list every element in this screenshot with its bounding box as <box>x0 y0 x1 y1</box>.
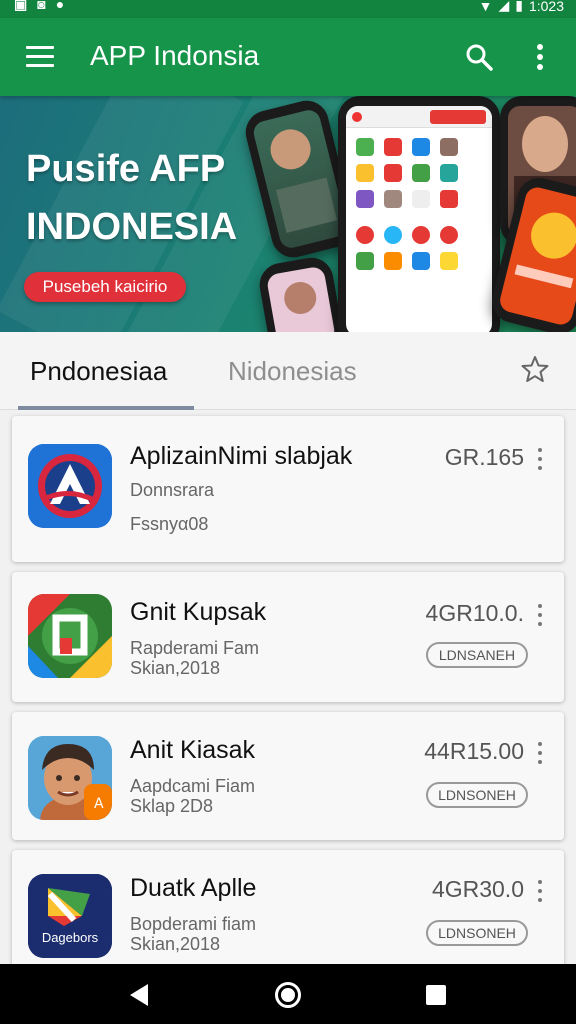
app-bar: APP Indonsia <box>0 18 576 96</box>
banner-title-line2: INDONESIA <box>26 206 238 248</box>
install-badge[interactable]: LDNSONEH <box>426 782 528 808</box>
app-title: APP Indonsia <box>90 40 260 71</box>
menu-icon[interactable] <box>26 44 56 68</box>
tab-nidonesias[interactable]: Nidonesias <box>228 356 357 387</box>
app-price: GR.165 <box>444 444 524 470</box>
tab-pndonesiaa[interactable]: Pndonesiaa <box>30 356 167 387</box>
promo-banner[interactable]: Pusife AFP INDONESIA Pusebeh kaicirio <box>0 96 576 332</box>
wifi-icon: ▼ <box>478 0 493 14</box>
phone-mockup-bottom-left <box>256 254 346 332</box>
avatar-icon: A <box>28 736 112 820</box>
frame-logo-icon <box>28 594 112 678</box>
app-name: AplizainNimi slabjak <box>130 442 353 470</box>
tab-bar: Pndonesiaa Nidonesias <box>0 332 576 410</box>
notification-icon: ◙ <box>37 0 46 12</box>
app-name: Anit Kiasak <box>130 736 256 764</box>
item-overflow-icon[interactable] <box>536 448 544 472</box>
phone-mockup-center <box>338 96 500 332</box>
item-overflow-icon[interactable] <box>536 880 544 904</box>
banner-button[interactable]: Pusebeh kaicirio <box>24 272 186 302</box>
banner-title-line1: Pusife AFP <box>26 148 226 190</box>
app-publisher: Aapdcami Fiam <box>130 776 256 796</box>
app-price: 4GR30.0 <box>431 876 524 902</box>
item-overflow-icon[interactable] <box>536 604 544 628</box>
item-overflow-icon[interactable] <box>536 742 544 766</box>
app-icon-label: Dagebors <box>41 930 99 945</box>
star-icon[interactable] <box>520 354 550 384</box>
a-letter-icon <box>28 444 112 528</box>
svg-text:A: A <box>94 796 104 812</box>
dot-icon: ● <box>55 0 65 12</box>
system-nav-bar <box>0 964 576 1024</box>
app-date: Skian,2018 <box>130 934 221 954</box>
back-icon[interactable] <box>130 984 148 1006</box>
app-name: Duatk Aplle <box>130 874 257 902</box>
app-list-item[interactable]: AplizainNimi slabjak Donnsrara Fssnyα08 … <box>12 416 564 562</box>
app-date: Skian,2018 <box>130 658 221 678</box>
overflow-menu-icon[interactable] <box>530 42 550 72</box>
search-icon[interactable] <box>464 42 494 72</box>
app-list-item[interactable]: A Anit Kiasak Aapdcami Fiam Sklap 2D8 44… <box>12 712 564 840</box>
recents-icon[interactable] <box>426 985 446 1005</box>
app-list-item[interactable]: Dagebors Duatk Aplle Bopderami fiam Skia… <box>12 850 564 980</box>
status-right-icons: ▼ ◢ ▮ 1:023 <box>479 0 564 14</box>
play-logo-icon: Dagebors <box>28 874 112 958</box>
status-bar: ▣ ◙ ● ▼ ◢ ▮ 1:023 <box>0 0 576 18</box>
status-time: 1:023 <box>528 0 564 14</box>
battery-icon: ▮ <box>515 0 523 13</box>
home-icon[interactable] <box>275 982 301 1008</box>
app-date: Fssnyα08 <box>130 514 209 534</box>
app-publisher: Donnsrara <box>130 480 215 500</box>
app-list-item[interactable]: Gnit Kupsak Rapderami Fam Skian,2018 4GR… <box>12 572 564 702</box>
install-badge[interactable]: LDNSONEH <box>426 920 528 946</box>
sim-icon: ▣ <box>14 0 28 12</box>
active-tab-indicator <box>18 406 194 410</box>
app-price: 4GR10.0. <box>425 600 524 626</box>
banner-title: Pusife AFP INDONESIA <box>26 140 237 256</box>
app-publisher: Rapderami Fam <box>130 638 260 658</box>
app-publisher: Bopderami fiam <box>130 914 257 934</box>
app-name: Gnit Kupsak <box>130 598 267 626</box>
signal-icon: ◢ <box>498 0 510 13</box>
app-price: 44R15.00 <box>424 738 524 764</box>
app-date: Sklap 2D8 <box>130 796 214 816</box>
install-badge[interactable]: LDNSANEH <box>426 642 528 668</box>
status-left-icons: ▣ ◙ ● <box>14 0 64 13</box>
